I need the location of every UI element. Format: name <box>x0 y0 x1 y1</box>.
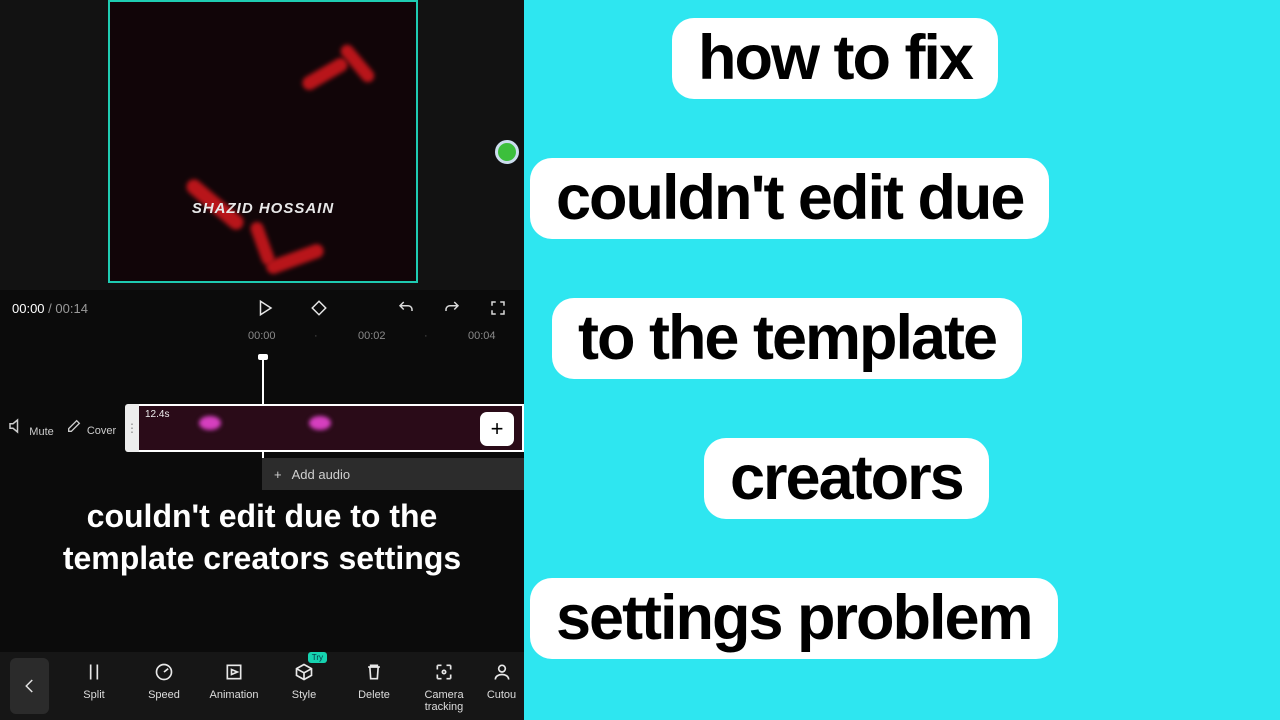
split-button[interactable]: Split <box>59 659 129 713</box>
gauge-icon <box>129 659 199 685</box>
camera-tracking-button[interactable]: Camera tracking <box>409 659 479 713</box>
cube-icon <box>269 659 339 685</box>
thumb-text-line: couldn't edit due <box>530 158 1049 239</box>
thumb-text-line: settings problem <box>530 578 1058 659</box>
thumb-text-line: creators <box>704 438 989 519</box>
trash-icon <box>339 659 409 685</box>
back-button[interactable] <box>10 658 49 714</box>
thumb-text-line: how to fix <box>672 18 998 99</box>
preview-frame[interactable]: SHAZID HOSSAIN <box>108 0 418 283</box>
thumb-text-line: to the template <box>552 298 1022 379</box>
keyframe-icon[interactable] <box>309 298 329 318</box>
add-audio-button[interactable]: + Add audio <box>262 458 524 490</box>
play-icon[interactable] <box>255 298 275 318</box>
plus-icon: + <box>491 416 504 442</box>
speed-button[interactable]: Speed <box>129 659 199 713</box>
cover-button[interactable]: Cover <box>60 416 120 439</box>
decor-stroke <box>264 242 325 276</box>
animation-icon <box>199 659 269 685</box>
preview-watermark: SHAZID HOSSAIN <box>110 200 416 217</box>
add-clip-button[interactable]: + <box>480 412 514 446</box>
delete-button[interactable]: Delete <box>339 659 409 713</box>
chevron-left-icon <box>21 677 39 695</box>
clip-duration: 12.4s <box>145 409 169 420</box>
video-clip[interactable]: 12.4s + <box>139 404 524 452</box>
record-indicator-icon <box>495 140 519 164</box>
undo-icon[interactable] <box>396 298 416 318</box>
mute-button[interactable]: Mute <box>0 416 60 439</box>
animation-button[interactable]: Animation <box>199 659 269 713</box>
edit-icon <box>64 416 84 436</box>
split-icon <box>59 659 129 685</box>
redo-icon[interactable] <box>442 298 462 318</box>
bottom-toolbar: Split Speed Animation Try Style De <box>0 652 524 720</box>
playback-bar: 00:00 / 00:14 <box>0 293 524 323</box>
person-icon <box>479 659 524 685</box>
decor-stroke <box>199 416 221 430</box>
current-time: 00:00 <box>12 301 45 316</box>
preview-area[interactable]: SHAZID HOSSAIN <box>0 0 524 290</box>
overlay-caption: couldn't edit due to the template creato… <box>30 495 494 579</box>
time-display: 00:00 / 00:14 <box>12 301 88 316</box>
camera-tracking-icon <box>409 659 479 685</box>
decor-stroke <box>300 55 350 92</box>
decor-stroke <box>309 416 331 430</box>
fullscreen-icon[interactable] <box>488 298 508 318</box>
total-time: 00:14 <box>55 301 88 316</box>
video-track: Mute Cover ⋮ 12.4s + <box>0 400 524 455</box>
plus-icon: + <box>274 467 282 482</box>
timeline-ruler[interactable]: 00:00 · 00:02 · 00:04 <box>0 330 524 350</box>
thumbnail-text-panel: how to fix couldn't edit due to the temp… <box>524 0 1280 720</box>
speaker-icon <box>6 416 26 436</box>
tip-badge: Try <box>308 652 327 663</box>
style-button[interactable]: Try Style <box>269 659 339 713</box>
clip-handle-left[interactable]: ⋮ <box>125 404 139 452</box>
editor-panel: SHAZID HOSSAIN 00:00 / 00:14 <box>0 0 524 720</box>
cutout-button[interactable]: Cutou <box>479 659 524 713</box>
